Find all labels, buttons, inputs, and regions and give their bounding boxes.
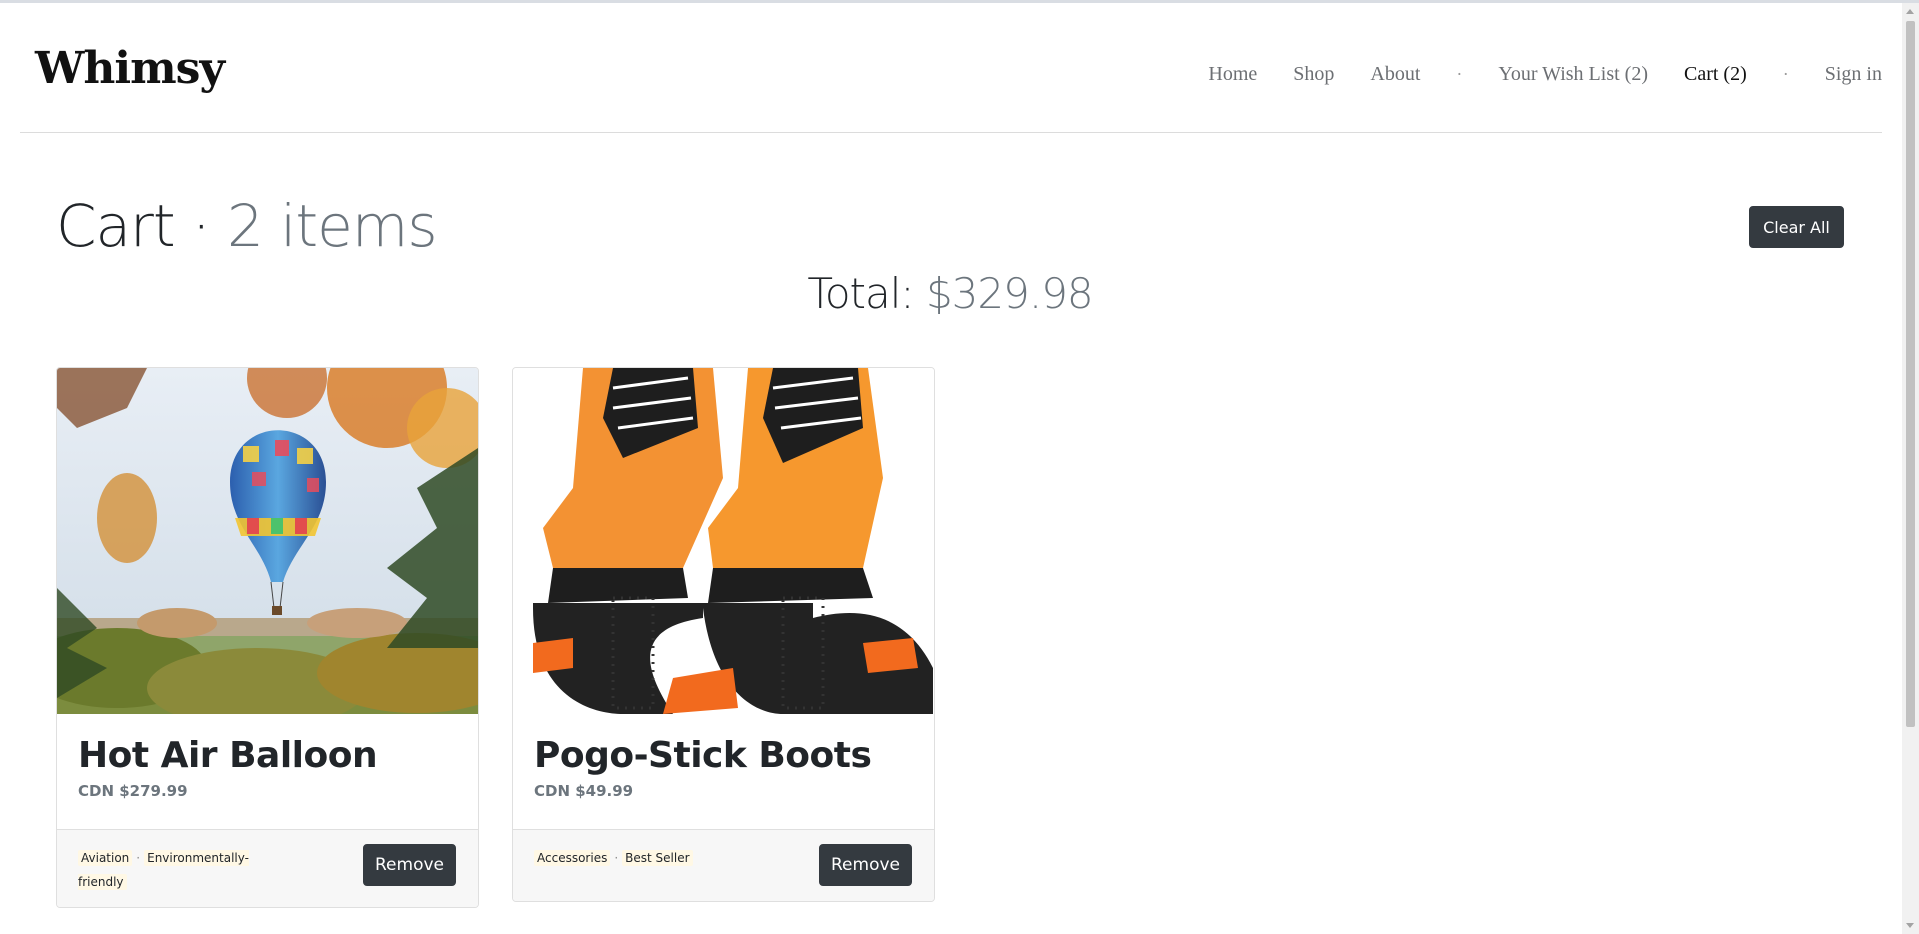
page-scrollbar[interactable]: [1902, 3, 1919, 934]
page-title-count: 2 items: [226, 192, 438, 260]
product-price: CDN $49.99: [534, 782, 634, 800]
product-card-hot-air-balloon: Hot Air Balloon CDN $279.99 Aviation · Env…: [56, 367, 479, 908]
product-price: CDN $279.99: [78, 782, 188, 800]
tag-aviation[interactable]: Aviation: [78, 850, 133, 866]
product-tags: Aviation · Environmentally-friendly: [78, 846, 278, 894]
remove-button[interactable]: Remove: [819, 844, 912, 886]
scroll-thumb[interactable]: [1906, 21, 1915, 727]
remove-button[interactable]: Remove: [363, 844, 456, 886]
tag-accessories[interactable]: Accessories: [534, 850, 611, 866]
nav-separator: ·: [1456, 63, 1463, 84]
product-name[interactable]: Pogo-Stick Boots: [534, 734, 913, 778]
page-title: Cart · 2 items: [56, 190, 438, 262]
page-title-text: Cart: [56, 192, 176, 260]
scroll-up-arrow-icon[interactable]: [1906, 9, 1914, 14]
nav-cart[interactable]: Cart (2): [1684, 63, 1747, 86]
nav-home[interactable]: Home: [1208, 63, 1257, 86]
scroll-down-arrow-icon[interactable]: [1906, 923, 1914, 928]
nav-shop[interactable]: Shop: [1293, 63, 1334, 86]
total-value: $329.98: [925, 269, 1094, 318]
card-footer: Aviation · Environmentally-friendly Remove: [57, 830, 478, 907]
tag-separator: ·: [136, 851, 141, 865]
clear-all-button[interactable]: Clear All: [1749, 206, 1844, 248]
product-name[interactable]: Hot Air Balloon: [78, 734, 457, 778]
nav-wish-list[interactable]: Your Wish List (2): [1498, 63, 1648, 86]
brand-logo[interactable]: Whimsy: [35, 43, 225, 95]
product-image-hot-air-balloon[interactable]: [57, 368, 478, 714]
site-header: Whimsy Home Shop About · Your Wish List …: [20, 3, 1882, 133]
card-body: Pogo-Stick Boots CDN $49.99: [513, 714, 934, 830]
tag-best-seller[interactable]: Best Seller: [622, 850, 693, 866]
cart-total: Total: $329.98: [0, 266, 1900, 322]
product-image-pogo-stick-boots[interactable]: [513, 368, 934, 714]
product-card-pogo-stick-boots: Pogo-Stick Boots CDN $49.99 Accessories ·…: [512, 367, 935, 902]
tag-separator: ·: [614, 851, 619, 865]
total-label: Total:: [807, 269, 914, 318]
product-tags: Accessories · Best Seller: [534, 846, 734, 870]
card-footer: Accessories · Best Seller Remove: [513, 830, 934, 901]
nav-about[interactable]: About: [1370, 63, 1420, 86]
main-nav: Home Shop About · Your Wish List (2) Car…: [1208, 59, 1882, 89]
nav-separator: ·: [1782, 63, 1789, 84]
page-title-separator: ·: [174, 192, 227, 260]
card-body: Hot Air Balloon CDN $279.99: [57, 714, 478, 830]
nav-sign-in[interactable]: Sign in: [1825, 63, 1882, 86]
